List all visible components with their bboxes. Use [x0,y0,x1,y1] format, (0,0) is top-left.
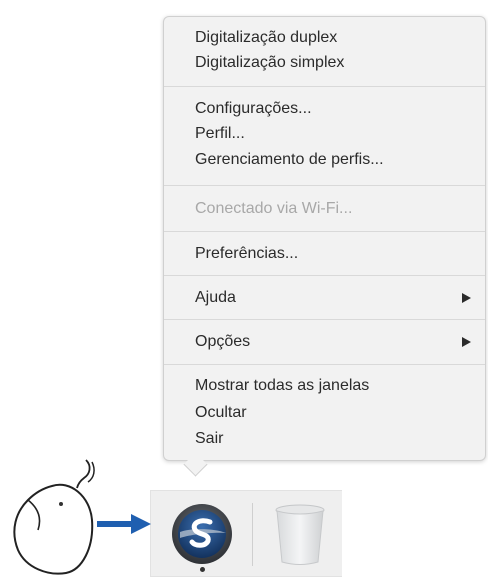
menu-item-wifi-connected: Conectado via Wi-Fi... [195,200,353,217]
menu-item-hide[interactable]: Ocultar [195,402,471,424]
menu-separator [164,275,485,276]
menu-item-help-label: Ajuda [195,289,236,306]
menu-item-preferences[interactable]: Preferências... [195,243,471,265]
menu-item-profile-management[interactable]: Gerenciamento de perfis... [195,149,471,171]
menu-separator [164,185,485,186]
scansnap-app-icon[interactable] [170,502,234,566]
menu-separator [164,86,485,87]
menu-item-options-label: Opções [195,333,251,350]
submenu-arrow-icon [462,293,471,303]
menu-item-help[interactable]: Ajuda [195,287,471,309]
menu-item-settings[interactable]: Configurações... [195,98,471,120]
menu-item-duplex-scan[interactable]: Digitalização duplex [195,27,471,49]
menu-item-profile[interactable]: Perfil... [195,123,471,145]
menu-item-options[interactable]: Opções [195,331,471,353]
running-indicator [200,567,205,572]
menu-separator [164,231,485,232]
menu-item-quit[interactable]: Sair [195,428,471,450]
menu-separator [164,319,485,320]
menu-separator [164,364,485,365]
submenu-arrow-icon [462,337,471,347]
dock-context-menu: Digitalização duplex Digitalização simpl… [163,16,486,461]
dock-divider [252,503,253,566]
mouse-icon [13,459,95,575]
menu-item-simplex-scan[interactable]: Digitalização simplex [195,52,471,74]
trash-icon[interactable] [272,500,328,568]
menu-item-show-all-windows[interactable]: Mostrar todas as janelas [195,375,471,397]
right-arrow-icon [97,514,151,534]
